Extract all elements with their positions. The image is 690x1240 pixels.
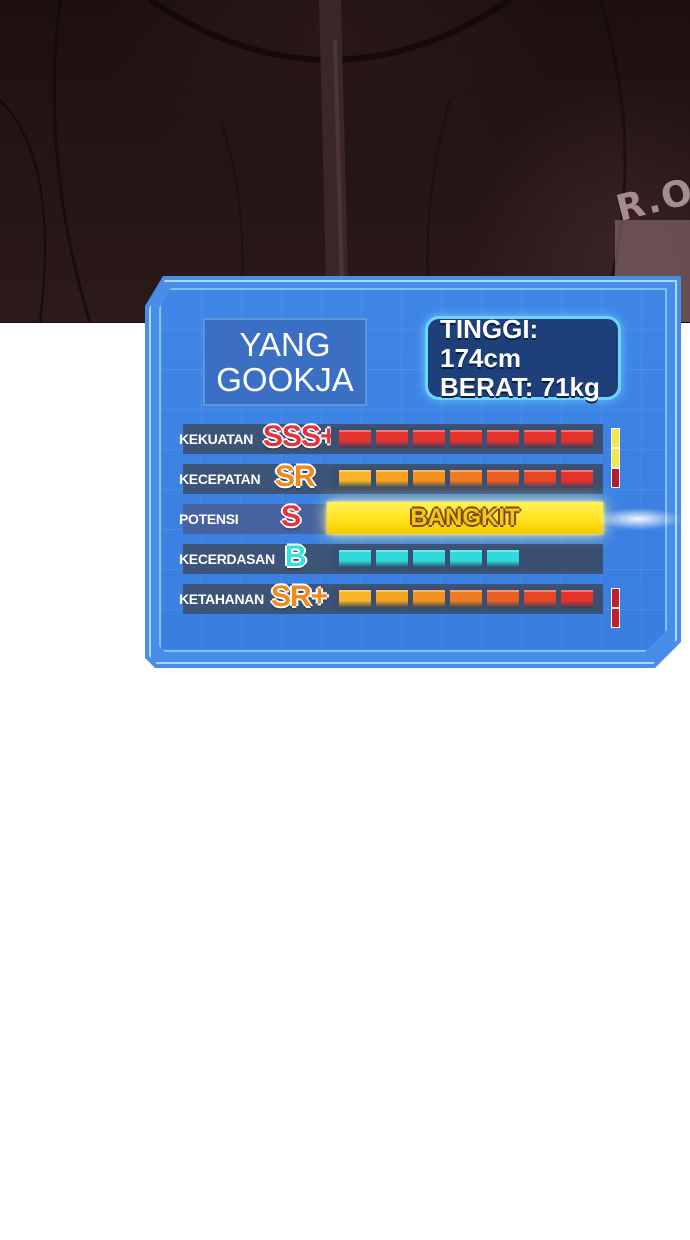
stat-bar-segment <box>561 590 593 608</box>
stat-bar-segment <box>376 470 408 488</box>
stat-label: POTENSI <box>179 511 239 527</box>
stat-bar <box>331 587 603 611</box>
stat-bar-segment <box>487 470 519 488</box>
stat-extra-marks <box>611 468 623 490</box>
stat-rank: B <box>285 540 307 573</box>
overflow-mark <box>611 608 620 628</box>
stat-label: KETAHANAN <box>179 591 264 607</box>
stat-bar-segment <box>413 590 445 608</box>
stat-row-ketahanan: KETAHANAN SR+ <box>179 580 620 628</box>
stat-extra-marks <box>611 428 623 488</box>
stat-bar <box>331 427 603 451</box>
stat-bar-segment <box>487 550 519 568</box>
stat-bar-segment <box>561 470 593 488</box>
stat-bar-segment <box>339 470 371 488</box>
stat-row-kecepatan: KECEPATAN SR <box>179 460 620 494</box>
stat-label: KEKUATAN <box>179 431 254 447</box>
stat-bar-segment <box>376 550 408 568</box>
stat-bar-segment <box>487 590 519 608</box>
stat-bar-segment <box>450 430 482 448</box>
height-text: TINGGI: 174cm <box>440 313 539 373</box>
stat-bar-segment <box>413 550 445 568</box>
stat-extra-marks <box>611 588 623 628</box>
stat-bar-segment <box>524 430 556 448</box>
stat-bar-segment <box>339 430 371 448</box>
character-name-line1: YANG <box>239 326 331 363</box>
stat-label: KECEPATAN <box>179 471 261 487</box>
stat-rank: SSS+ <box>263 420 338 453</box>
stat-bar-segment <box>524 470 556 488</box>
stat-bar-segment <box>413 470 445 488</box>
stat-bar <box>331 467 603 491</box>
stat-bar-segment <box>376 430 408 448</box>
stat-bar-segment <box>524 590 556 608</box>
stat-bar-segment <box>487 430 519 448</box>
stat-rank: S <box>281 500 301 533</box>
stat-row-potensi: POTENSI S BANGKIT <box>179 500 683 534</box>
stat-bar-segment <box>413 430 445 448</box>
stat-bar-segment <box>450 550 482 568</box>
stat-label: KECERDASAN <box>179 551 275 567</box>
stat-bar-segment <box>376 590 408 608</box>
character-illustration <box>0 0 690 322</box>
overflow-mark <box>611 428 620 448</box>
stat-bar <box>331 547 603 571</box>
stat-rank: SR <box>275 460 316 493</box>
stat-row-kekuatan: KEKUATAN SSS+ <box>179 420 620 488</box>
weight-text: BERAT: 71kg <box>440 371 600 402</box>
character-name-box: YANG GOOKJA <box>203 318 367 406</box>
awaken-bar: BANGKIT <box>327 502 603 534</box>
character-name-line2: GOOKJA <box>216 361 354 398</box>
background-art: R.O <box>0 0 690 323</box>
stat-bar-segment <box>561 430 593 448</box>
physical-info-box: TINGGI: 174cm BERAT: 71kg <box>425 313 621 402</box>
overflow-mark <box>611 588 620 608</box>
stat-rank: SR+ <box>271 580 328 613</box>
stat-bar-segment <box>450 590 482 608</box>
stat-bar-segment <box>339 590 371 608</box>
stat-bar-segment <box>339 550 371 568</box>
stat-bar-segment <box>450 470 482 488</box>
glow-flare <box>593 508 683 530</box>
stat-card: YANG GOOKJA TINGGI: 174cm BERAT: 71kg KE… <box>145 276 683 668</box>
stat-row-kecerdasan: KECERDASAN B <box>179 540 603 574</box>
overflow-mark <box>611 468 620 488</box>
overflow-mark <box>611 448 620 468</box>
